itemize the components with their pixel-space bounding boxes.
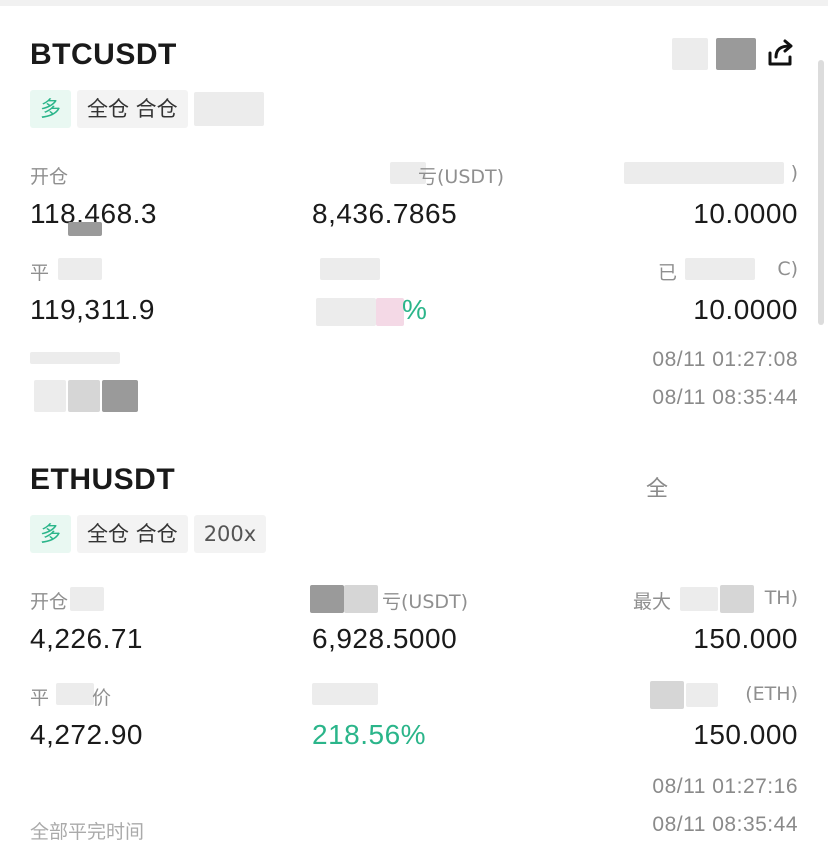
pnl-value: 6,928.5000 bbox=[312, 623, 458, 654]
symbol-title: ETHUSDT bbox=[30, 463, 176, 496]
redacted-label bbox=[344, 585, 378, 613]
max-label: 最大 bbox=[633, 591, 672, 613]
close-price-value: 4,272.90 bbox=[30, 719, 143, 750]
redacted-label bbox=[720, 585, 754, 613]
pnl-label: 亏(USDT) bbox=[418, 166, 505, 188]
open-price-value: 4,226.71 bbox=[30, 623, 143, 654]
redacted-label bbox=[70, 587, 104, 611]
close-price-value: 119,311.9 bbox=[30, 294, 155, 325]
close-price-label: 平 bbox=[30, 687, 50, 709]
redacted-block bbox=[34, 380, 66, 412]
redacted-label bbox=[320, 258, 380, 280]
redacted-label bbox=[58, 258, 102, 280]
col3-bottom-unit: C) bbox=[777, 258, 798, 280]
col3-bottom-label: 已 bbox=[658, 262, 678, 284]
redacted-block bbox=[716, 38, 756, 70]
max-value: 150.000 bbox=[693, 623, 798, 654]
roi-value: % bbox=[402, 294, 428, 325]
roi-value: 218.56% bbox=[312, 719, 427, 750]
close-price-label: 平 bbox=[30, 262, 50, 284]
margin-mode-tag: 全仓 合仓 bbox=[77, 90, 188, 128]
col3-top-value: 10.0000 bbox=[693, 198, 798, 229]
redacted-label bbox=[624, 162, 784, 184]
redacted-label bbox=[650, 681, 684, 709]
redacted-value bbox=[316, 298, 376, 326]
tag-row: 多 全仓 合仓 200x bbox=[30, 515, 267, 553]
share-icon[interactable] bbox=[764, 37, 798, 71]
max-unit-label: TH) bbox=[764, 587, 798, 609]
close-time: 08/11 08:35:44 bbox=[652, 813, 798, 836]
close-price-label-tail: 价 bbox=[92, 687, 112, 709]
redacted-block bbox=[102, 380, 138, 412]
header-right-text: 全 bbox=[645, 477, 668, 502]
col3-bottom-value: 10.0000 bbox=[693, 294, 798, 325]
redacted-label bbox=[680, 587, 718, 611]
scrollbar[interactable] bbox=[818, 60, 824, 325]
symbol-title: BTCUSDT bbox=[30, 38, 177, 71]
top-divider bbox=[0, 0, 828, 6]
redacted-block bbox=[68, 222, 102, 236]
card-actions bbox=[672, 36, 798, 72]
direction-tag: 多 bbox=[30, 515, 71, 553]
open-price-label: 开仓 bbox=[30, 591, 69, 613]
pnl-value: 8,436.7865 bbox=[312, 198, 458, 229]
position-card-ethusdt: ETHUSDT 全 多 全仓 合仓 200x 开仓 亏(USDT) 最大 TH)… bbox=[30, 455, 798, 855]
position-card-btcusdt: BTCUSDT 多 全仓 合仓 开仓 亏(USDT) ) 118,468.3 8… bbox=[30, 30, 798, 430]
redacted-label bbox=[310, 585, 344, 613]
redacted-block bbox=[68, 380, 100, 412]
redacted-label bbox=[30, 352, 120, 364]
close-time: 08/11 08:35:44 bbox=[652, 386, 798, 409]
col3-top-label: ) bbox=[790, 162, 798, 184]
redacted-value bbox=[376, 298, 404, 326]
pnl-label: 亏(USDT) bbox=[382, 591, 469, 613]
col3-bottom-unit: (ETH) bbox=[745, 683, 798, 705]
open-price-label: 开仓 bbox=[30, 166, 69, 188]
leverage-tag: 200x bbox=[193, 515, 267, 553]
direction-tag: 多 bbox=[30, 90, 71, 128]
col3-bottom-value: 150.000 bbox=[693, 719, 798, 750]
tag-row: 多 全仓 合仓 bbox=[30, 90, 264, 128]
open-time: 08/11 01:27:08 bbox=[652, 348, 798, 371]
redacted-block bbox=[672, 38, 708, 70]
full-close-time-label: 全部平完时间 bbox=[30, 821, 145, 843]
open-time: 08/11 01:27:16 bbox=[652, 775, 798, 798]
redacted-label bbox=[686, 683, 718, 707]
redacted-label bbox=[685, 258, 755, 280]
redacted-label bbox=[312, 683, 378, 705]
redacted-tag bbox=[193, 92, 264, 126]
redacted-label bbox=[56, 683, 94, 705]
margin-mode-tag: 全仓 合仓 bbox=[77, 515, 188, 553]
